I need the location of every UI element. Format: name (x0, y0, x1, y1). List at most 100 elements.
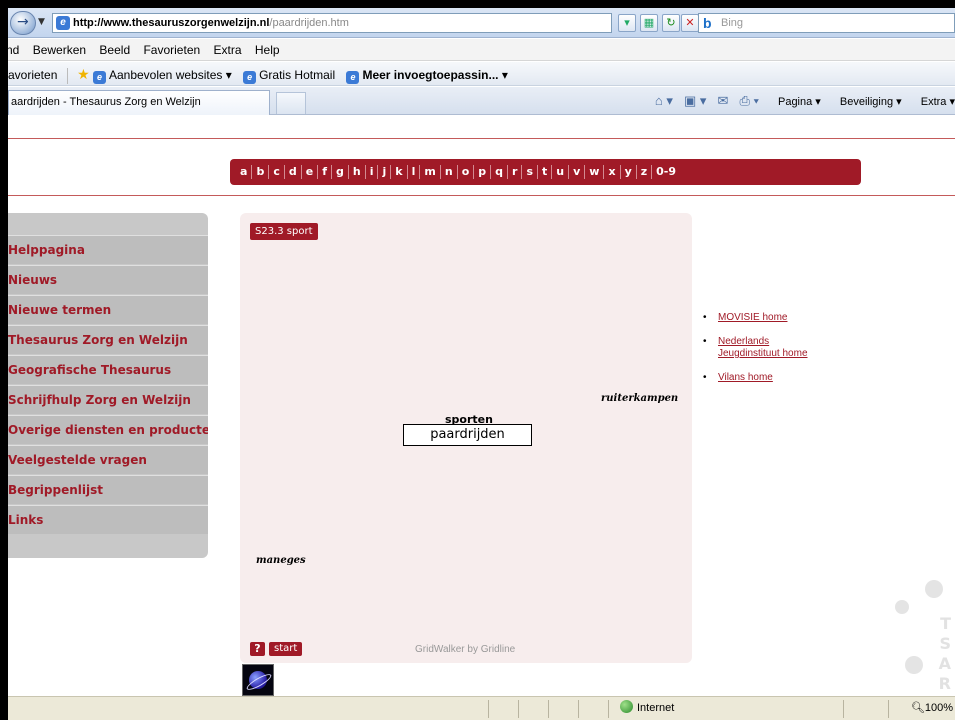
alphabet-letter[interactable]: e (300, 165, 317, 179)
alphabet-letter[interactable]: u (551, 165, 568, 179)
link-vilans[interactable]: Vilans home (701, 372, 861, 384)
zoom-level[interactable]: 🔍︎100% (911, 697, 953, 719)
dropdown-icon[interactable]: ▾ (618, 14, 636, 32)
refresh-icon[interactable]: ↻ (662, 14, 680, 32)
url-host: http://www.thesauruszorgenwelzijn.nl (73, 17, 270, 29)
alphabet-letter[interactable]: t (537, 165, 551, 179)
search-input[interactable]: b Bing (698, 13, 955, 33)
command-page[interactable]: Pagina ▾ (770, 96, 821, 108)
start-button[interactable]: start (269, 642, 303, 656)
sidebar-item[interactable]: Thesaurus Zorg en Welzijn (8, 325, 208, 354)
mail-icon[interactable]: ✉ (717, 93, 728, 108)
alphabet-letter[interactable]: s (521, 165, 537, 179)
alphabet-letter[interactable]: c (268, 165, 284, 179)
menu-item-file[interactable]: nd (8, 43, 19, 57)
thesaurus-decoration: T S A R (885, 576, 955, 696)
sidebar-item[interactable]: Nieuws (8, 265, 208, 294)
alphabet-letter[interactable]: j (377, 165, 390, 179)
sidebar-item[interactable]: Helppagina (8, 235, 208, 264)
sidebar-item[interactable]: Schrijfhulp Zorg en Welzijn (8, 385, 208, 414)
web-page: a b c d e f g h i j k l m n o p q r s t u v w x y z 0-9 Helppagina… (8, 116, 955, 696)
favorite-link-addons[interactable]: Meer invoegtoepassin... (362, 68, 498, 82)
home-icon[interactable]: ⌂ ▾ (655, 93, 673, 108)
history-dropdown-icon[interactable]: ▼ (38, 17, 45, 27)
ie-icon: e (92, 71, 106, 84)
related-term-maneges[interactable]: maneges (256, 555, 306, 566)
help-button[interactable]: ? (250, 642, 265, 656)
divider (8, 195, 955, 196)
alphabet-letter[interactable]: o (456, 165, 474, 179)
alphabet-letter[interactable]: n (439, 165, 457, 179)
ie-icon: e (56, 16, 70, 30)
sidebar-item[interactable]: Nieuwe termen (8, 295, 208, 324)
status-bar: Internet 🔍︎100% (8, 696, 955, 720)
alphabet-letter[interactable]: k (390, 165, 406, 179)
command-security[interactable]: Beveiliging ▾ (832, 96, 902, 108)
alphabet-letter[interactable]: p (473, 165, 490, 179)
alphabet-letter[interactable]: a (236, 165, 251, 179)
gridwalker-panel: S23.3 sport ruiterkampen sporten paardri… (240, 213, 692, 663)
menu-item-favorites[interactable]: Favorieten (143, 43, 200, 57)
menu-item-edit[interactable]: Bewerken (33, 43, 86, 57)
alphabet-letter[interactable]: l (406, 165, 420, 179)
alphabet-letter[interactable]: d (283, 165, 301, 179)
alphabet-letter[interactable]: q (490, 165, 507, 179)
divider (66, 67, 68, 84)
bing-icon: b (703, 15, 712, 31)
current-term: paardrijden (403, 424, 532, 446)
sidebar-item[interactable]: Veelgestelde vragen (8, 445, 208, 474)
favorites-button[interactable]: avorieten (8, 68, 57, 82)
alphabet-letter[interactable]: h (347, 165, 365, 179)
compat-view-icon[interactable]: ▦ (640, 14, 658, 32)
link-nji[interactable]: Nederlands Jeugdinstituut home (701, 336, 811, 360)
favorite-link-hotmail[interactable]: Gratis Hotmail (259, 68, 335, 82)
alphabet-bar: a b c d e f g h i j k l m n o p q r s t u v w x y z 0-9 (230, 159, 861, 185)
tab-row: aardrijden - Thesaurus Zorg en Welzijn ⌂… (8, 87, 955, 115)
alphabet-letter[interactable]: y (619, 165, 636, 179)
related-term-ruiterkampen[interactable]: ruiterkampen (601, 393, 678, 404)
search-placeholder: Bing (721, 17, 744, 29)
alphabet-letter[interactable]: i (364, 165, 378, 179)
alphabet-letter[interactable]: 0-9 (651, 165, 680, 179)
menu-item-help[interactable]: Help (255, 43, 280, 57)
command-bar: ⌂ ▾ ▣ ▾ ✉ ⎙ ▾ Pagina ▾ Beveiliging ▾ Ext… (647, 91, 955, 112)
url-field[interactable]: e http://www.thesauruszorgenwelzijn.nl/p… (52, 13, 612, 33)
external-links: MOVISIE home Nederlands Jeugdinstituut h… (701, 312, 861, 396)
link-movisie[interactable]: MOVISIE home (701, 312, 861, 324)
alphabet-letter[interactable]: w (584, 165, 603, 179)
divider (8, 138, 955, 139)
alphabet-letter[interactable]: r (507, 165, 521, 179)
browser-window: ▼ e http://www.thesauruszorgenwelzijn.nl… (8, 8, 955, 720)
sidebar-item[interactable]: Overige diensten en producten (8, 415, 208, 444)
favorite-link-suggested-sites[interactable]: Aanbevolen websites (109, 68, 222, 82)
menu-item-tools[interactable]: Extra (214, 43, 242, 57)
globe-logo-icon[interactable] (242, 664, 274, 696)
forward-icon[interactable] (10, 11, 36, 35)
menu-item-view[interactable]: Beeld (99, 43, 130, 57)
alphabet-letter[interactable]: m (419, 165, 439, 179)
security-zone: Internet (620, 697, 674, 719)
ie-icon: e (243, 71, 257, 84)
category-tag[interactable]: S23.3 sport (250, 223, 318, 240)
ie-icon: e (346, 71, 360, 84)
sidebar-item[interactable]: Begrippenlijst (8, 475, 208, 504)
add-favorite-icon[interactable]: ★ (77, 66, 90, 82)
alphabet-letter[interactable]: v (568, 165, 584, 179)
sidebar-item[interactable]: Geografische Thesaurus (8, 355, 208, 384)
alphabet-letter[interactable]: f (317, 165, 331, 179)
alphabet-letter[interactable]: b (251, 165, 268, 179)
url-path: /paardrijden.htm (269, 17, 349, 29)
alphabet-letter[interactable]: x (603, 165, 619, 179)
tab-active[interactable]: aardrijden - Thesaurus Zorg en Welzijn (8, 90, 270, 115)
gridwalker-credit: GridWalker by Gridline (415, 644, 516, 655)
new-tab-button[interactable] (276, 92, 306, 114)
sidebar-item[interactable]: Links (8, 505, 208, 534)
sidebar: Helppagina Nieuws Nieuwe termen Thesaurus Z… (8, 213, 208, 558)
alphabet-letter[interactable]: g (330, 165, 348, 179)
zoom-icon: 🔍︎ (910, 702, 925, 714)
print-icon[interactable]: ⎙ ▾ (739, 93, 758, 108)
feeds-icon[interactable]: ▣ ▾ (684, 93, 706, 108)
alphabet-letter[interactable]: z (635, 165, 651, 179)
command-tools[interactable]: Extra ▾ (913, 96, 955, 108)
stop-icon[interactable]: ✕ (681, 14, 699, 32)
